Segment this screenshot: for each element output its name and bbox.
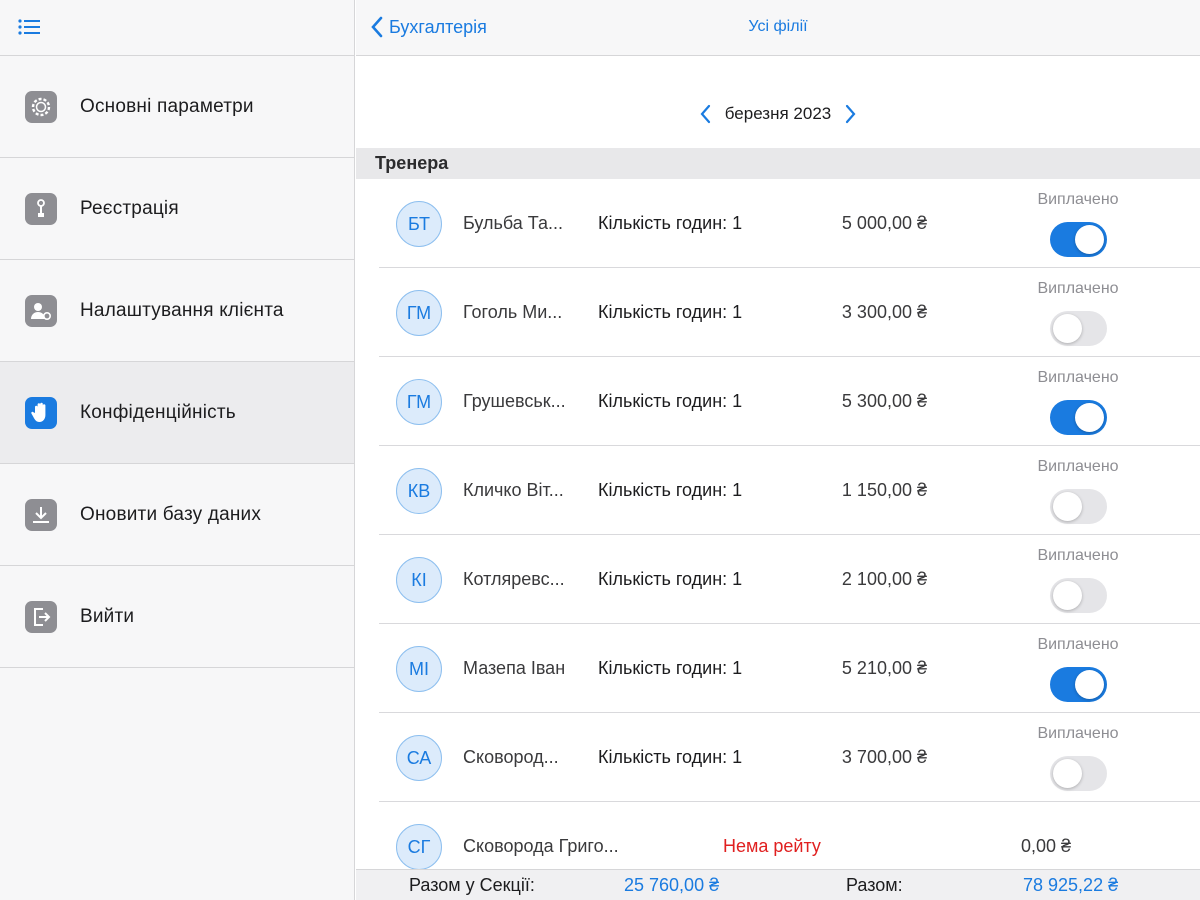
period-label: березня 2023 [724, 104, 832, 123]
hours-count: Кількість годин: 1 [598, 480, 743, 500]
hours-count: Кількість годин: 1 [598, 302, 743, 322]
sidebar-item-label: Основні параметри [80, 95, 254, 117]
sidebar-item-client-settings[interactable]: Налаштування клієнта [0, 260, 354, 362]
toggle-knob [1053, 759, 1082, 788]
paid-toggle[interactable] [1050, 578, 1107, 613]
list-item[interactable]: БТ Бульба Та... Кількість годин: 1 5 000… [379, 179, 1200, 268]
paid-label: Виплачено [1037, 458, 1119, 475]
amount: 5 000,00 ₴ [841, 213, 927, 233]
list-item[interactable]: ГМ Гоголь Ми... Кількість годин: 1 3 300… [379, 268, 1200, 357]
sidebar-item-label: Реєстрація [80, 197, 179, 219]
amount: 5 300,00 ₴ [841, 391, 927, 411]
trainer-name: Сковорода Григо... [463, 836, 619, 856]
toggle-knob [1075, 225, 1104, 254]
sidebar-item-basic-settings[interactable]: Основні параметри [0, 56, 354, 158]
grand-total-value: 78 925,22 ₴ [1023, 875, 1119, 895]
paid-toggle[interactable] [1050, 222, 1107, 257]
hours-count: Кількість годин: 1 [598, 569, 743, 589]
nav-title[interactable]: Усі філії [356, 18, 1200, 36]
toggle-knob [1075, 403, 1104, 432]
sidebar-item-label: Налаштування клієнта [80, 299, 284, 321]
list-item[interactable]: КВ Кличко Віт... Кількість годин: 1 1 15… [379, 446, 1200, 535]
avatar: ГМ [396, 290, 442, 336]
sidebar: Основні параметри Реєстрація Налаштуванн… [0, 0, 355, 900]
paid-toggle[interactable] [1050, 489, 1107, 524]
avatar: МІ [396, 646, 442, 692]
toggle-knob [1053, 581, 1082, 610]
key-icon [25, 192, 57, 225]
amount: 2 100,00 ₴ [841, 569, 927, 589]
section-total-label: Разом у Секції: [409, 875, 535, 895]
trainer-name: Бульба Та... [463, 213, 564, 233]
list-item[interactable]: СА Сковород... Кількість годин: 1 3 700,… [379, 713, 1200, 802]
list-icon[interactable] [18, 18, 42, 38]
amount: 0,00 ₴ [1020, 836, 1071, 856]
hours-count: Кількість годин: 1 [598, 391, 743, 411]
sidebar-header [0, 0, 354, 56]
paid-label: Виплачено [1037, 636, 1119, 653]
avatar: КІ [396, 557, 442, 603]
download-icon [25, 498, 57, 531]
list-item[interactable]: ГМ Грушевськ... Кількість годин: 1 5 300… [379, 357, 1200, 446]
paid-toggle[interactable] [1050, 400, 1107, 435]
trainer-name: Мазепа Іван [463, 658, 566, 678]
amount: 3 300,00 ₴ [841, 302, 927, 322]
amount: 5 210,00 ₴ [841, 658, 927, 678]
grand-total-label: Разом: [846, 875, 903, 895]
trainer-name: Грушевськ... [463, 391, 566, 411]
paid-label: Виплачено [1037, 280, 1119, 297]
trainer-name: Кличко Віт... [463, 480, 564, 500]
paid-toggle[interactable] [1050, 756, 1107, 791]
avatar: КВ [396, 468, 442, 514]
toggle-knob [1053, 492, 1082, 521]
list-item[interactable]: КІ Котляревс... Кількість годин: 1 2 100… [379, 535, 1200, 624]
trainer-name: Гоголь Ми... [463, 302, 563, 322]
chevron-left-icon [700, 104, 710, 124]
list-item[interactable]: МІ Мазепа Іван Кількість годин: 1 5 210,… [379, 624, 1200, 713]
amount: 3 700,00 ₴ [841, 747, 927, 767]
sidebar-item-label: Вийти [80, 605, 135, 627]
sidebar-item-registration[interactable]: Реєстрація [0, 158, 354, 260]
section-total-value: 25 760,00 ₴ [624, 875, 720, 895]
avatar: БТ [396, 201, 442, 247]
sidebar-item-logout[interactable]: Вийти [0, 566, 354, 668]
logout-icon [25, 600, 57, 633]
navigation-bar: Бухгалтерія Усі філії [356, 0, 1200, 56]
hand-icon [25, 396, 57, 429]
totals-footer: Разом у Секції: 25 760,00 ₴ Разом: 78 92… [356, 869, 1200, 900]
paid-label: Виплачено [1037, 725, 1119, 742]
amount: 1 150,00 ₴ [841, 480, 927, 500]
user-settings-icon [25, 294, 57, 327]
main-panel: Бухгалтерія Усі філії березня 2023 Трене… [356, 0, 1200, 900]
hours-count: Кількість годин: 1 [598, 747, 743, 767]
paid-toggle[interactable] [1050, 311, 1107, 346]
avatar: СГ [396, 824, 442, 870]
trainers-list: БТ Бульба Та... Кількість годин: 1 5 000… [356, 179, 1200, 891]
paid-label: Виплачено [1037, 191, 1119, 208]
trainer-name: Сковород... [463, 747, 559, 767]
no-rate-status: Нема рейту [723, 836, 821, 856]
sidebar-item-privacy[interactable]: Конфіденційність [0, 362, 354, 464]
toggle-knob [1075, 670, 1104, 699]
hours-count: Кількість годин: 1 [598, 213, 743, 233]
sidebar-item-label: Оновити базу даних [80, 503, 262, 525]
gear-icon [25, 90, 57, 123]
chevron-right-icon [846, 104, 856, 124]
prev-month-button[interactable] [699, 104, 711, 124]
paid-label: Виплачено [1037, 369, 1119, 386]
period-selector: березня 2023 [356, 104, 1200, 124]
sidebar-item-label: Конфіденційність [80, 401, 236, 423]
avatar: ГМ [396, 379, 442, 425]
avatar: СА [396, 735, 442, 781]
hours-count: Кількість годин: 1 [598, 658, 743, 678]
paid-label: Виплачено [1037, 547, 1119, 564]
toggle-knob [1053, 314, 1082, 343]
paid-toggle[interactable] [1050, 667, 1107, 702]
next-month-button[interactable] [845, 104, 857, 124]
trainer-name: Котляревс... [463, 569, 565, 589]
sidebar-item-update-database[interactable]: Оновити базу даних [0, 464, 354, 566]
section-header: Тренера [356, 148, 1200, 179]
